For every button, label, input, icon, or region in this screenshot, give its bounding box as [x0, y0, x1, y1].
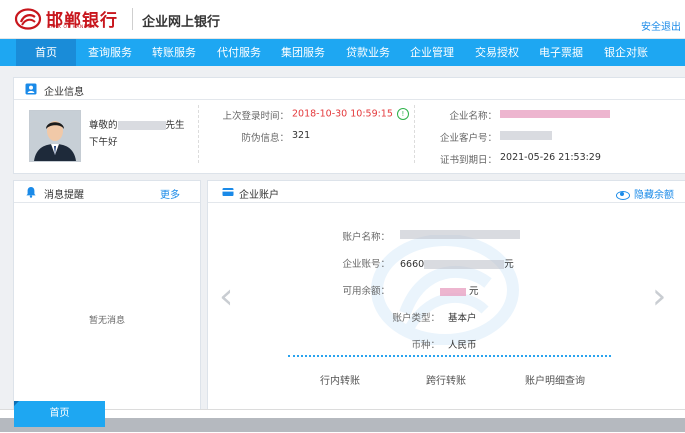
logo-divider	[132, 8, 133, 30]
nav-item-payment[interactable]: 代付服务	[209, 39, 269, 66]
home-tab[interactable]: 首页	[14, 401, 105, 427]
account-type-label: 账户类型：	[392, 313, 440, 324]
balance-unit: 元	[469, 286, 479, 297]
nav-item-home[interactable]: 首页	[16, 39, 76, 66]
message-header: 消息提醒 更多	[14, 181, 200, 203]
greeting-text: 尊敬的 先生	[89, 117, 185, 131]
avatar	[29, 110, 81, 162]
message-panel: 消息提醒 更多	[13, 180, 201, 410]
account-number-prefix: 6660	[400, 259, 425, 270]
last-login-label: 上次登录时间：	[222, 111, 289, 122]
user-avatar-icon	[30, 111, 80, 161]
nav-item-bill[interactable]: 电子票据	[531, 39, 591, 66]
last-login-time: 2018-10-30 10:59:15	[292, 108, 393, 120]
info-divider	[198, 105, 199, 163]
card-icon	[222, 188, 234, 196]
next-arrow-icon[interactable]: ›	[652, 276, 666, 317]
greeting-prefix: 尊敬的	[89, 120, 118, 131]
security-value: 321	[292, 130, 311, 141]
company-name-label: 企业名称：	[449, 111, 497, 122]
hide-balance-toggle[interactable]: 隐藏余额	[616, 186, 674, 201]
company-info-header: 企业信息	[14, 78, 685, 100]
nav-item-authorize[interactable]: 交易授权	[467, 39, 527, 66]
account-header: 企业账户 隐藏余额	[208, 181, 685, 203]
cert-expiry-label: 证书到期日：	[439, 155, 497, 166]
nav-item-group[interactable]: 集团服务	[273, 39, 333, 66]
bank-logo-icon	[14, 8, 42, 30]
main-nav: 首页 查询服务 转账服务 代付服务 集团服务 贷款业务 企业管理 交易授权 电子…	[0, 39, 685, 66]
customer-no-label: 企业客户号：	[439, 133, 497, 144]
account-number-label: 企业账号：	[342, 259, 390, 270]
currency-value: 人民币	[448, 340, 477, 351]
check-circle-icon: !	[396, 108, 409, 120]
account-detail-link[interactable]: 账户明细查询	[525, 372, 585, 387]
bank-name-en: BANK OF HANDAN	[47, 25, 96, 30]
masked-name	[117, 121, 166, 130]
account-name-label: 账户名称：	[342, 232, 390, 243]
customer-no-value	[500, 130, 552, 141]
masked-account-name	[400, 230, 520, 239]
account-number-value: 6660 元	[400, 256, 514, 270]
dotted-divider	[288, 355, 611, 357]
id-card-icon	[25, 83, 37, 95]
nav-item-reconcile[interactable]: 银企对账	[596, 39, 656, 66]
empty-message: 暂无消息	[89, 316, 126, 326]
account-title: 企业账户	[239, 190, 279, 201]
nav-item-query[interactable]: 查询服务	[80, 39, 140, 66]
prev-arrow-icon[interactable]: ‹	[219, 276, 233, 317]
inter-transfer-link[interactable]: 跨行转账	[426, 372, 466, 387]
company-info-title: 企业信息	[44, 87, 84, 98]
intra-transfer-link[interactable]: 行内转账	[320, 372, 360, 387]
security-label: 防伪信息：	[241, 133, 289, 144]
cert-expiry-value: 2021-05-26 21:53:29	[500, 152, 601, 163]
nav-item-transfer[interactable]: 转账服务	[144, 39, 204, 66]
bell-icon	[26, 187, 36, 198]
balance-label: 可用余额：	[342, 286, 390, 297]
account-number-suffix: 元	[504, 259, 514, 270]
more-link[interactable]: 更多	[160, 186, 180, 201]
account-name-value	[400, 229, 520, 240]
account-type-value: 基本户	[448, 313, 477, 324]
masked-account-number	[424, 260, 505, 269]
hide-balance-label: 隐藏余额	[634, 190, 674, 201]
last-login-value: 2018-10-30 10:59:15!	[292, 108, 409, 120]
top-bar: 邯郸银行 BANK OF HANDAN 企业网上银行 安全退出	[0, 0, 685, 39]
greeting-time: 下午好	[89, 137, 118, 148]
balance-value: 元	[440, 283, 479, 297]
nav-item-enterprise[interactable]: 企业管理	[402, 39, 462, 66]
company-name-value	[500, 108, 610, 119]
greeting-suffix: 先生	[165, 120, 185, 131]
message-title: 消息提醒	[44, 190, 84, 201]
currency-label: 币种：	[411, 340, 440, 351]
masked-company-name	[500, 109, 610, 118]
eye-icon	[616, 190, 630, 200]
masked-balance	[440, 287, 466, 296]
masked-customer-no	[500, 131, 552, 140]
nav-item-loan[interactable]: 贷款业务	[338, 39, 398, 66]
info-divider	[414, 105, 415, 163]
app-title: 企业网上银行	[142, 15, 221, 30]
logout-link[interactable]: 安全退出	[641, 18, 681, 33]
